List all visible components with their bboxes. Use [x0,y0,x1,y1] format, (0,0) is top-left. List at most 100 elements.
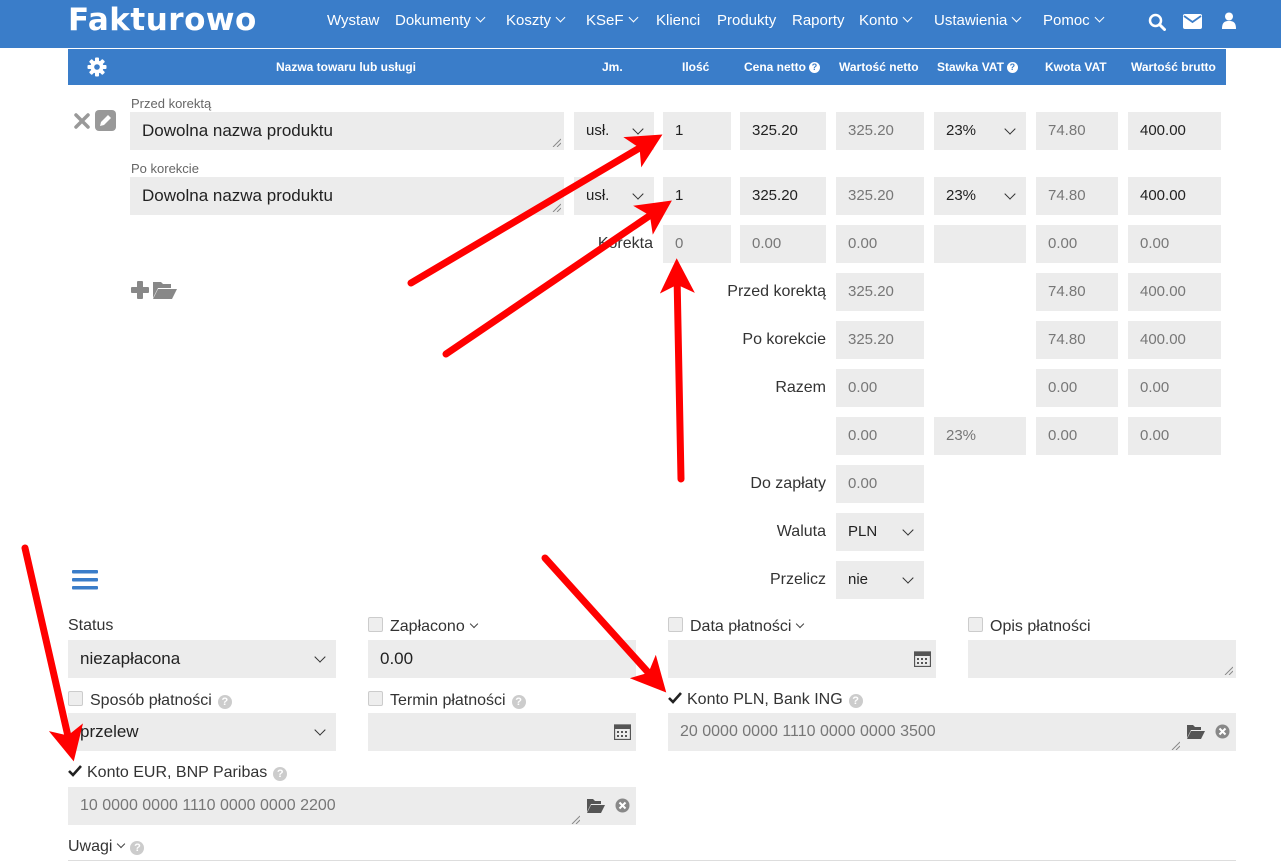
gross-value-after-input[interactable]: 400.00 [1128,177,1221,215]
currency-label: Waluta [776,523,826,540]
resize-grip-icon[interactable] [551,137,561,147]
account-pln-field[interactable]: 20 0000 0000 1110 0000 0000 3500 [668,713,1236,751]
pay-desc-textarea[interactable] [968,640,1236,678]
account-eur-toggle[interactable]: Konto EUR, BNP Paribas? [68,764,288,782]
pay-date-input[interactable] [668,640,936,678]
summary-rate: 23% [934,417,1026,455]
account-pln-toggle[interactable]: Konto PLN, Bank ING? [668,691,863,709]
help-icon[interactable]: ? [848,694,863,708]
unit-after-select[interactable]: usł. [574,177,654,215]
qty-correction: 0 [663,225,731,263]
header-name: Nazwa towaru lub usługi [276,60,417,74]
vat-amount-correction: 0.00 [1036,225,1118,263]
nav-koszty[interactable]: Koszty [506,12,566,29]
delete-icon[interactable] [74,113,90,129]
unit-before-select[interactable]: usł. [574,112,654,150]
open-folder-icon[interactable] [1186,724,1206,740]
help-icon[interactable]: ? [130,841,145,855]
clear-icon[interactable] [615,798,630,813]
open-folder-icon[interactable] [586,798,606,814]
chevron-down-icon [1011,12,1022,23]
nav-klienci[interactable]: Klienci [656,12,700,29]
chevron-down-icon [628,12,638,23]
method-checkbox[interactable] [68,691,83,706]
pay-desc-toggle[interactable]: Opis płatności [968,617,1091,636]
product-name-before-field[interactable]: Dowolna nazwa produktu [130,112,564,150]
resize-grip-icon[interactable] [1170,740,1180,750]
qty-before-input[interactable]: 1 [663,112,731,150]
search-icon[interactable] [1148,13,1166,31]
checkmark-icon[interactable] [668,691,682,705]
pay-desc-checkbox[interactable] [968,617,983,632]
checkmark-icon[interactable] [68,764,82,778]
user-icon[interactable] [1222,12,1236,29]
currency-select[interactable]: PLN [836,513,924,551]
method-toggle[interactable]: Sposób płatności? [68,691,232,710]
term-input[interactable] [368,713,636,751]
gear-icon[interactable] [87,57,107,77]
status-select[interactable]: niezapłacona [68,640,336,678]
convert-select[interactable]: nie [836,561,924,599]
help-icon[interactable]: ? [511,695,526,709]
nav-konto[interactable]: Konto [859,12,913,29]
help-icon[interactable]: ? [273,767,288,781]
chevron-down-icon [796,619,805,629]
vat-rate-before-select[interactable]: 23% [934,112,1026,150]
envelope-icon[interactable] [1183,14,1202,29]
calendar-icon[interactable] [614,723,631,740]
nav-produkty[interactable]: Produkty [717,12,776,29]
paid-amount-input[interactable]: 0.00 [368,640,636,678]
header-vat-amount: Kwota VAT [1045,60,1107,74]
nav-dokumenty[interactable]: Dokumenty [395,12,486,29]
vat-amount-after: 74.80 [1036,177,1118,215]
nav-pomoc[interactable]: Pomoc [1043,12,1105,29]
notes-toggle[interactable]: Uwagi? [68,838,145,856]
top-navbar: Fakturowo Wystaw Dokumenty Koszty KSeF K… [0,0,1281,48]
gross-value-before-input[interactable]: 400.00 [1128,112,1221,150]
paid-checkbox[interactable] [368,617,383,632]
nav-raporty[interactable]: Raporty [792,12,845,29]
resize-grip-icon[interactable] [1223,665,1233,675]
chevron-down-icon [632,188,644,200]
chevron-down-icon [902,524,914,536]
pay-date-checkbox[interactable] [668,617,683,632]
chevron-down-icon [555,12,566,23]
edit-icon[interactable] [95,110,116,131]
net-price-after-input[interactable]: 325.20 [740,177,826,215]
correction-label: Korekta [597,235,653,252]
help-icon[interactable]: ? [1006,62,1018,73]
pay-date-toggle[interactable]: Data płatności [668,617,805,636]
resize-grip-icon[interactable] [570,814,580,824]
summary-before-gross: 400.00 [1128,273,1221,311]
term-checkbox[interactable] [368,691,383,706]
header-net-price: Cena netto? [744,60,821,74]
clear-icon[interactable] [1215,724,1230,739]
help-icon[interactable]: ? [809,62,821,73]
resize-grip-icon[interactable] [551,202,561,212]
chevron-down-icon [475,12,486,23]
menu-icon[interactable] [72,569,98,591]
product-name-after-field[interactable]: Dowolna nazwa produktu [130,177,564,215]
calendar-icon[interactable] [914,650,931,667]
vat-rate-after-select[interactable]: 23% [934,177,1026,215]
nav-ksef[interactable]: KSeF [586,12,638,29]
vat-amount-before: 74.80 [1036,112,1118,150]
summary-total-net: 0.00 [836,369,924,407]
qty-after-input[interactable]: 1 [663,177,731,215]
nav-ustawienia[interactable]: Ustawienia [934,12,1022,29]
method-select[interactable]: przelew [68,713,336,751]
open-folder-icon[interactable] [152,280,178,300]
summary-before-vat: 74.80 [1036,273,1118,311]
account-eur-field[interactable]: 10 0000 0000 1110 0000 0000 2200 [68,787,636,825]
net-value-before: 325.20 [836,112,924,150]
add-row-icon[interactable] [130,280,150,300]
before-correction-label: Przed korektą [131,96,212,111]
chevron-down-icon [902,572,914,584]
chevron-down-icon [632,123,644,135]
nav-wystaw[interactable]: Wystaw [327,12,379,29]
term-toggle[interactable]: Termin płatności? [368,691,526,710]
help-icon[interactable]: ? [217,695,232,709]
paid-toggle[interactable]: Zapłacono [368,617,478,636]
net-price-before-input[interactable]: 325.20 [740,112,826,150]
logo[interactable]: Fakturowo [68,2,257,38]
